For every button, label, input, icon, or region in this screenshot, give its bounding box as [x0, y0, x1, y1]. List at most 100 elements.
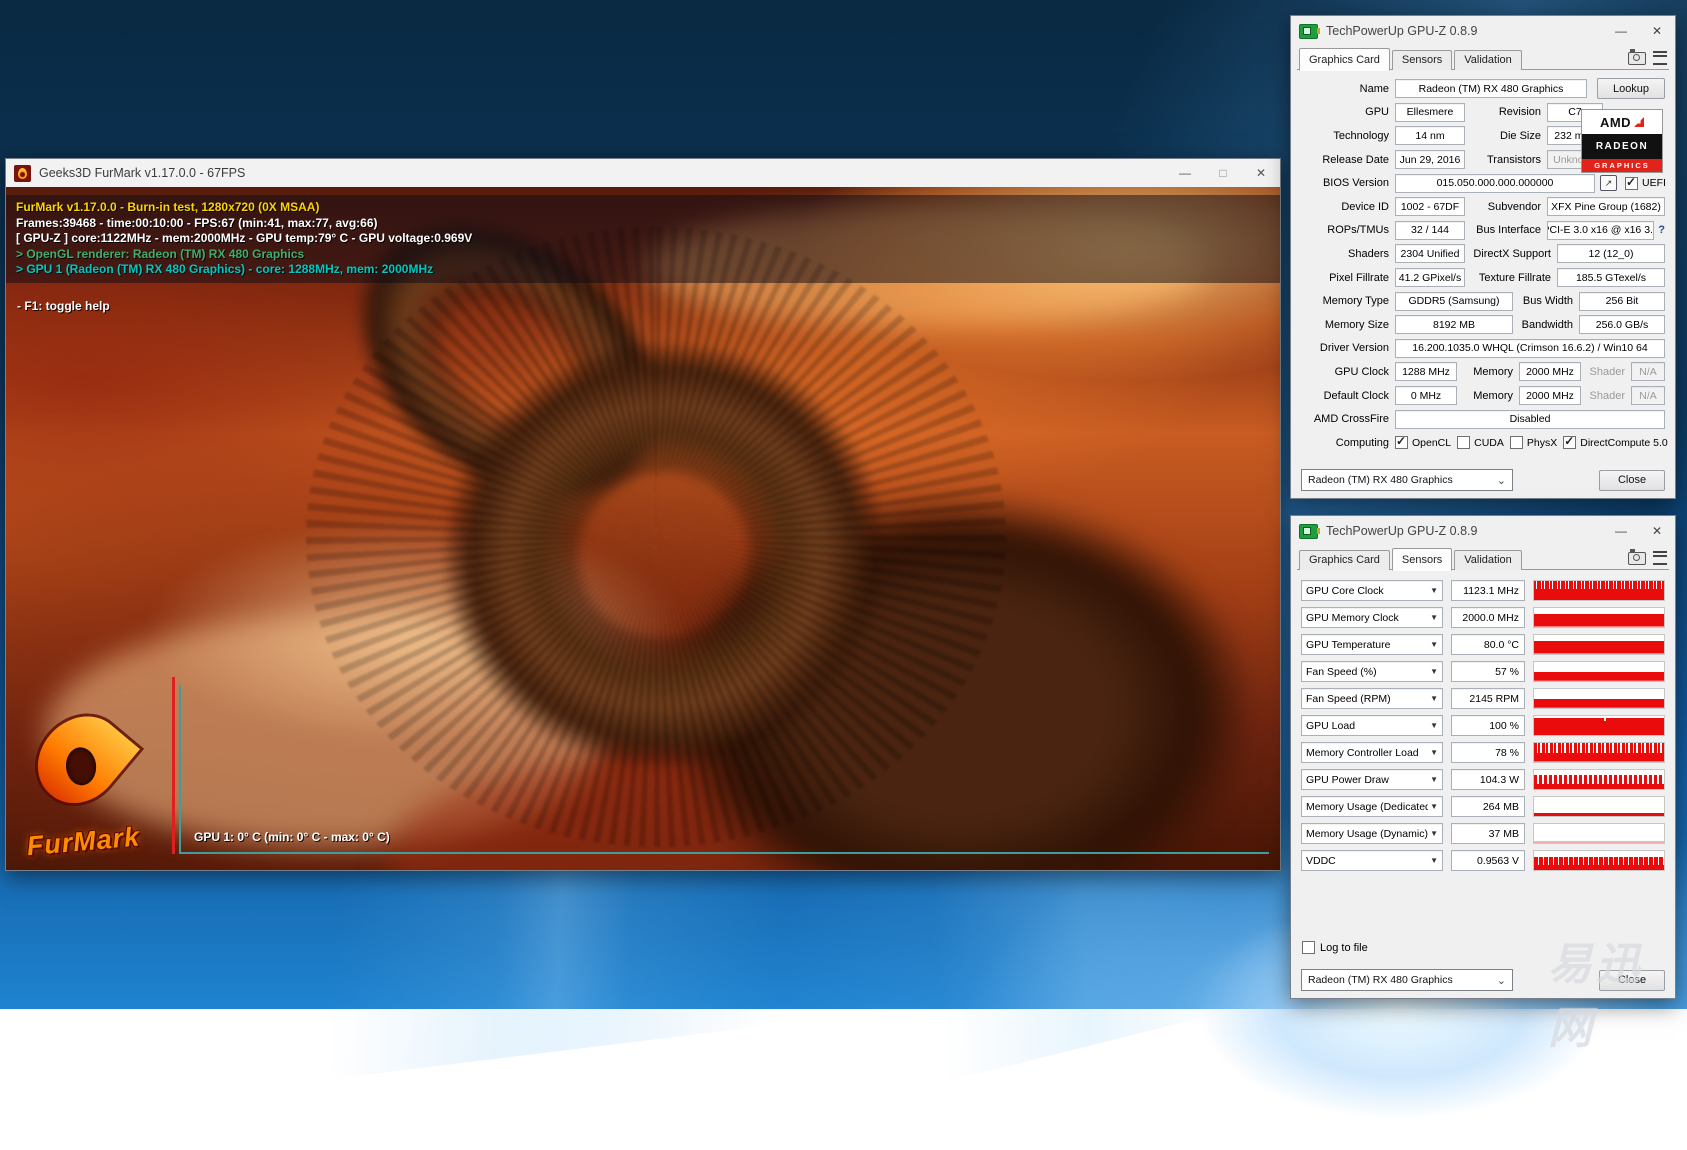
- device-selector-dropdown[interactable]: Radeon (TM) RX 480 Graphics ⌄: [1301, 969, 1513, 991]
- gpuz-window-sensors: TechPowerUp GPU-Z 0.8.9 — ✕ Graphics Car…: [1290, 515, 1676, 999]
- memory-clock-value: 2000 MHz: [1519, 362, 1581, 381]
- furmark-logo-text: FurMark: [26, 822, 142, 863]
- field-label: Memory Size: [1301, 319, 1395, 331]
- field-label: Texture Fillrate: [1465, 272, 1557, 284]
- computing-checkbox-opencl[interactable]: [1395, 436, 1408, 449]
- sensor-graph: [1533, 580, 1665, 601]
- sensor-dropdown[interactable]: GPU Memory Clock ▼: [1301, 607, 1443, 628]
- sensor-name: GPU Power Draw: [1306, 774, 1428, 786]
- device-selector-dropdown[interactable]: Radeon (TM) RX 480 Graphics ⌄: [1301, 469, 1513, 491]
- tab-graphics-card[interactable]: Graphics Card: [1299, 550, 1390, 570]
- sensor-dropdown[interactable]: GPU Load ▼: [1301, 715, 1443, 736]
- rops-tmus-value: 32 / 144: [1395, 221, 1465, 240]
- chevron-down-icon: ▼: [1430, 640, 1438, 649]
- export-bios-icon[interactable]: ↗: [1600, 175, 1617, 191]
- gpuz-titlebar[interactable]: TechPowerUp GPU-Z 0.8.9 — ✕: [1291, 516, 1675, 546]
- gpuz-titlebar[interactable]: TechPowerUp GPU-Z 0.8.9 — ✕: [1291, 16, 1675, 46]
- close-icon[interactable]: ✕: [1242, 159, 1280, 187]
- sensor-dropdown[interactable]: Memory Usage (Dynamic) ▼: [1301, 823, 1443, 844]
- uefi-label: UEFI: [1642, 177, 1666, 189]
- close-button[interactable]: Close: [1599, 470, 1665, 491]
- sensor-dropdown[interactable]: Fan Speed (RPM) ▼: [1301, 688, 1443, 709]
- uefi-checkbox[interactable]: [1625, 177, 1638, 190]
- field-label: Shaders: [1301, 248, 1395, 260]
- sensor-value: 80.0 °C: [1451, 634, 1525, 655]
- gpuz-window-graphics-card: TechPowerUp GPU-Z 0.8.9 — ✕ Graphics Car…: [1290, 15, 1676, 499]
- computing-checkbox-directcompute-5-0[interactable]: [1563, 436, 1576, 449]
- sensor-dropdown[interactable]: Memory Usage (Dedicated) ▼: [1301, 796, 1443, 817]
- log-to-file-label: Log to file: [1320, 942, 1368, 954]
- gpuz-window-title: TechPowerUp GPU-Z 0.8.9: [1326, 524, 1603, 538]
- furmark-help-line: - F1: toggle help: [17, 299, 110, 313]
- menu-icon[interactable]: [1653, 551, 1667, 565]
- crossfire-value: Disabled: [1395, 410, 1665, 429]
- sensor-dropdown[interactable]: GPU Temperature ▼: [1301, 634, 1443, 655]
- temp-graph-axis-bottom: [179, 852, 1269, 854]
- sensor-value: 2145 RPM: [1451, 688, 1525, 709]
- sensor-row: GPU Memory Clock ▼ 2000.0 MHz: [1301, 604, 1665, 631]
- maximize-button[interactable]: □: [1204, 159, 1242, 187]
- log-to-file-checkbox[interactable]: [1302, 941, 1315, 954]
- field-label: Transistors: [1465, 154, 1547, 166]
- tab-validation[interactable]: Validation: [1454, 50, 1522, 70]
- tab-sensors[interactable]: Sensors: [1392, 50, 1452, 70]
- field-label: Bus Interface: [1465, 224, 1547, 236]
- menu-icon[interactable]: [1653, 51, 1667, 65]
- field-label: Memory: [1457, 390, 1519, 402]
- computing-checkbox-cuda[interactable]: [1457, 436, 1470, 449]
- field-label: Memory: [1457, 366, 1519, 378]
- field-label: Technology: [1301, 130, 1395, 142]
- graphics-text: GRAPHICS: [1582, 159, 1662, 172]
- sensor-row: VDDC ▼ 0.9563 V: [1301, 847, 1665, 874]
- field-label: Bandwidth: [1513, 319, 1579, 331]
- sensor-dropdown[interactable]: GPU Core Clock ▼: [1301, 580, 1443, 601]
- gpuz-window-title: TechPowerUp GPU-Z 0.8.9: [1326, 24, 1603, 38]
- field-label: Bus Width: [1513, 295, 1579, 307]
- close-icon[interactable]: ✕: [1639, 516, 1675, 546]
- gpuz-tab-bar: Graphics CardSensorsValidation: [1291, 46, 1675, 70]
- close-icon[interactable]: ✕: [1639, 16, 1675, 46]
- lookup-button[interactable]: Lookup: [1597, 78, 1665, 99]
- sensor-graph: [1533, 742, 1665, 763]
- screenshot-camera-icon[interactable]: [1628, 552, 1646, 565]
- sensor-dropdown[interactable]: VDDC ▼: [1301, 850, 1443, 871]
- tab-validation[interactable]: Validation: [1454, 550, 1522, 570]
- sensor-dropdown[interactable]: Fan Speed (%) ▼: [1301, 661, 1443, 682]
- sensor-graph: [1533, 823, 1665, 844]
- minimize-button[interactable]: —: [1166, 159, 1204, 187]
- sensor-dropdown[interactable]: Memory Controller Load ▼: [1301, 742, 1443, 763]
- default-clock-value: 0 MHz: [1395, 386, 1457, 405]
- field-label: Release Date: [1301, 154, 1395, 166]
- texture-fillrate-value: 185.5 GTexel/s: [1557, 268, 1665, 287]
- graphics-card-panel: Name Radeon (TM) RX 480 Graphics Lookup …: [1291, 70, 1675, 498]
- sensor-graph: [1533, 796, 1665, 817]
- bios-version-value: 015.050.000.000.000000: [1395, 174, 1595, 193]
- tab-sensors[interactable]: Sensors: [1392, 548, 1452, 571]
- field-label: Shader: [1581, 366, 1631, 378]
- shader-clock-value: N/A: [1631, 362, 1665, 381]
- sensor-row: Fan Speed (RPM) ▼ 2145 RPM: [1301, 685, 1665, 712]
- furmark-overlay-line: FurMark v1.17.0.0 - Burn-in test, 1280x7…: [16, 200, 1280, 216]
- default-shader-clock-value: N/A: [1631, 386, 1665, 405]
- sensor-value: 0.9563 V: [1451, 850, 1525, 871]
- field-label: Die Size: [1465, 130, 1547, 142]
- shaders-value: 2304 Unified: [1395, 244, 1465, 263]
- minimize-button[interactable]: —: [1603, 16, 1639, 46]
- screenshot-camera-icon[interactable]: [1628, 52, 1646, 65]
- minimize-button[interactable]: —: [1603, 516, 1639, 546]
- sensor-value: 57 %: [1451, 661, 1525, 682]
- field-label: Driver Version: [1301, 342, 1395, 354]
- field-label: Subvendor: [1465, 201, 1547, 213]
- tab-graphics-card[interactable]: Graphics Card: [1299, 48, 1390, 71]
- field-label: Shader: [1581, 390, 1631, 402]
- sensor-name: Fan Speed (%): [1306, 666, 1428, 678]
- chevron-down-icon: ▼: [1430, 829, 1438, 838]
- sensor-name: GPU Temperature: [1306, 639, 1428, 651]
- close-button[interactable]: Close: [1599, 970, 1665, 991]
- computing-checkbox-physx[interactable]: [1510, 436, 1523, 449]
- help-icon[interactable]: ?: [1658, 224, 1665, 236]
- chevron-down-icon: ▼: [1430, 775, 1438, 784]
- sensor-dropdown[interactable]: GPU Power Draw ▼: [1301, 769, 1443, 790]
- furmark-titlebar[interactable]: Geeks3D FurMark v1.17.0.0 - 67FPS — □ ✕: [6, 159, 1280, 187]
- sensor-value: 37 MB: [1451, 823, 1525, 844]
